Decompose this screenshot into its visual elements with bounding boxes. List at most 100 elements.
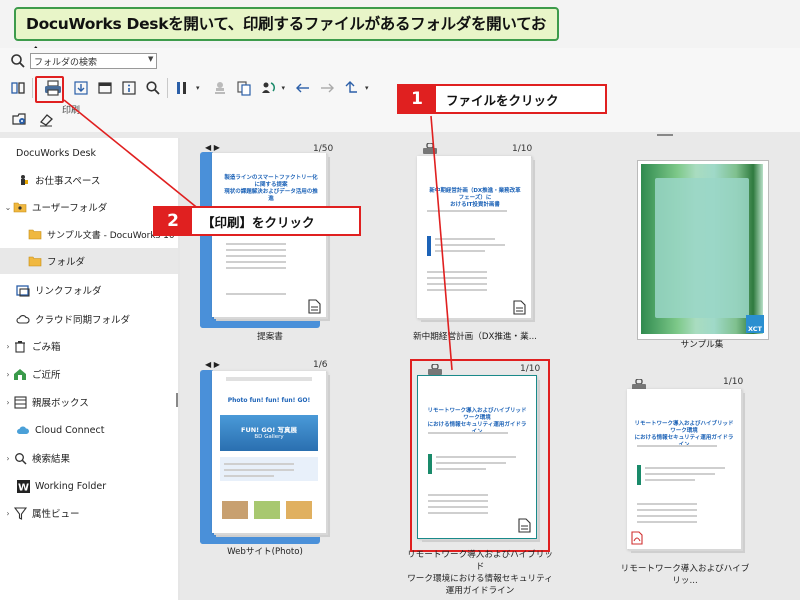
eraser-icon[interactable] — [36, 108, 56, 130]
document-title: Photo fun! fun! fun! GO! — [227, 397, 311, 404]
w-icon: W — [16, 479, 30, 493]
banner-text: FUN! GO! 写真展 — [241, 426, 297, 434]
chevron-right-icon[interactable]: › — [3, 398, 13, 407]
document-thumbnail: リモートワーク導入およびハイブリッドワーク環境 における情報セキュリティ運用ガイ… — [417, 375, 537, 539]
clip-icon — [423, 142, 437, 155]
copy-icon[interactable] — [234, 77, 254, 99]
instruction-banner: DocuWorks Deskを開いて、印刷するファイルがあるフォルダを開いておく — [14, 7, 559, 63]
step-number: 2 — [154, 208, 192, 234]
sidebar-item-attribute-view[interactable]: › 属性ビュー — [0, 500, 178, 526]
chevron-right-icon[interactable]: › — [3, 342, 13, 351]
xct-file-icon: XCT — [746, 315, 764, 333]
stamp-icon[interactable] — [210, 77, 230, 99]
back-arrow-icon[interactable] — [293, 77, 313, 99]
file-tile-mid-term-plan[interactable]: 新中期経営計画（DX推進・業務改革フェーズ）に おけるIT投資計画書 — [417, 156, 537, 326]
sidebar-item-cloud-sync[interactable]: クラウド同期フォルダ — [0, 306, 178, 332]
sidebar-grip[interactable] — [176, 393, 178, 407]
import-icon[interactable] — [71, 77, 91, 99]
window-icon[interactable] — [95, 77, 115, 99]
page-count: 1/10 — [723, 377, 744, 387]
sidebar-item-trash[interactable]: › ごみ箱 — [0, 333, 178, 359]
sidebar-item-label: Cloud Connect — [35, 424, 105, 436]
sidebar-item-label: ご近所 — [32, 370, 61, 381]
sidebar-item-link-folder[interactable]: リンクフォルダ — [0, 277, 178, 303]
sidebar-item-label: 検索結果 — [32, 454, 71, 465]
file-tile-remote-work-pdf[interactable]: リモートワーク導入およびハイブリッドワーク環境 における情報セキュリティ運用ガイ… — [627, 389, 751, 557]
document-title: 製造ラインのスマートファクトリー化に関する提案 現状の課題解決およびデータ活用の… — [224, 175, 318, 202]
sidebar-item-user-folder[interactable]: ⌄ ユーザーフォルダ — [0, 194, 178, 220]
chevron-right-icon[interactable]: › — [3, 509, 13, 518]
info-icon[interactable] — [119, 77, 139, 99]
gear-folder-icon[interactable] — [10, 108, 30, 130]
sidebar-item-confidential-box[interactable]: › 親展ボックス — [0, 389, 178, 415]
sidebar-item-folder[interactable]: フォルダ — [0, 248, 178, 274]
folder-tree-sidebar: DocuWorks Desk お仕事スペース ⌄ ユーザーフォルダ サンプル文書… — [0, 138, 178, 600]
file-tile-proposal[interactable]: 製造ラインのスマートファクトリー化に関する提案 現状の課題解決およびデータ活用の… — [200, 150, 335, 330]
up-folder-icon[interactable] — [341, 77, 361, 99]
banner-sub: BD Gallery — [254, 434, 284, 440]
cloud-icon — [16, 312, 30, 326]
worker-icon — [16, 173, 30, 187]
chevron-right-icon[interactable]: › — [3, 370, 13, 379]
document-thumbnail: リモートワーク導入およびハイブリッドワーク環境 における情報セキュリティ運用ガイ… — [627, 389, 741, 549]
binder-icon[interactable] — [8, 77, 28, 99]
sidebar-item-label: ごみ箱 — [32, 342, 61, 353]
folder-search-input[interactable]: フォルダの検索 ▼ — [30, 53, 157, 69]
sidebar-item-cloud-connect[interactable]: Cloud Connect — [0, 417, 178, 443]
chevron-down-icon[interactable]: ▼ — [148, 55, 153, 63]
sidebar-item-working-folder[interactable]: W Working Folder — [0, 473, 178, 499]
sidebar-item-workspace[interactable]: お仕事スペース — [0, 167, 178, 193]
file-tile-remote-work-guideline[interactable]: リモートワーク導入およびハイブリッドワーク環境 における情報セキュリティ運用ガイ… — [417, 375, 542, 544]
file-tile-sample-collection[interactable]: XCT — [637, 160, 769, 340]
neighbors-icon — [13, 367, 27, 381]
forward-arrow-icon[interactable] — [317, 77, 337, 99]
step-text: 【印刷】をクリック — [202, 214, 315, 230]
chevron-down-icon[interactable]: ▾ — [365, 84, 369, 92]
sample-image — [641, 164, 763, 334]
file-tile-website-photo[interactable]: Photo fun! fun! fun! GO! FUN! GO! 写真展 BD… — [200, 368, 335, 546]
sidebar-item-label: DocuWorks Desk — [16, 147, 97, 159]
sidebar-item-label: ユーザーフォルダ — [32, 203, 108, 214]
split-view-icon[interactable] — [172, 77, 192, 99]
sidebar-item-sample-docs[interactable]: サンプル文書 - DocuWorks 10 — [0, 221, 178, 247]
sidebar-item-label: フォルダ — [47, 257, 86, 268]
step-text: ファイルをクリック — [446, 92, 559, 108]
document-icon — [518, 518, 531, 533]
sidebar-item-search-results[interactable]: › 検索結果 — [0, 445, 178, 471]
user-sync-icon[interactable] — [258, 77, 278, 99]
link-folder-icon — [16, 283, 30, 297]
step-number: 1 — [398, 86, 436, 112]
filter-icon — [13, 506, 27, 520]
folder-search-placeholder: フォルダの検索 — [34, 58, 98, 68]
callout-step-1: 1 ファイルをクリック — [397, 84, 607, 114]
chevron-down-icon[interactable]: ▾ — [196, 84, 200, 92]
secondary-toolbar — [10, 108, 56, 130]
pdf-icon — [631, 531, 643, 545]
sidebar-item-docuworks-desk[interactable]: DocuWorks Desk — [0, 140, 178, 166]
print-tooltip: 印刷 — [62, 103, 81, 116]
document-thumbnail: 新中期経営計画（DX推進・業務改革フェーズ）に おけるIT投資計画書 — [417, 156, 531, 318]
chevron-down-icon[interactable]: ▾ — [282, 84, 286, 92]
page-count: 1/10 — [512, 144, 533, 154]
svg-text:W: W — [17, 482, 28, 493]
print-button-highlight — [35, 76, 64, 103]
file-caption: リモートワーク導入およびハイブリッド ワーク環境における情報セキュリティ 運用ガ… — [407, 550, 553, 596]
chevron-right-icon[interactable]: › — [3, 454, 13, 463]
trash-icon — [13, 339, 27, 353]
cloud-connect-icon — [16, 423, 30, 437]
file-caption: 新中期経営計画（DX推進・業... — [413, 332, 537, 342]
photo-banner: FUN! GO! 写真展 BD Gallery — [220, 415, 318, 451]
document-icon — [513, 300, 526, 315]
splitter-grip[interactable] — [657, 134, 673, 136]
toolbar-separator — [167, 78, 168, 98]
sidebar-item-label: 属性ビュー — [32, 509, 80, 520]
folder-icon — [13, 200, 27, 214]
binder-base — [200, 534, 320, 544]
chevron-down-icon[interactable]: ⌄ — [3, 203, 13, 212]
search-icon[interactable] — [10, 53, 26, 69]
sidebar-item-label: リンクフォルダ — [35, 286, 102, 297]
sidebar-item-neighbors[interactable]: › ご近所 — [0, 361, 178, 387]
document-icon — [308, 299, 321, 314]
file-caption: 提案書 — [257, 332, 283, 342]
find-icon[interactable] — [143, 77, 163, 99]
